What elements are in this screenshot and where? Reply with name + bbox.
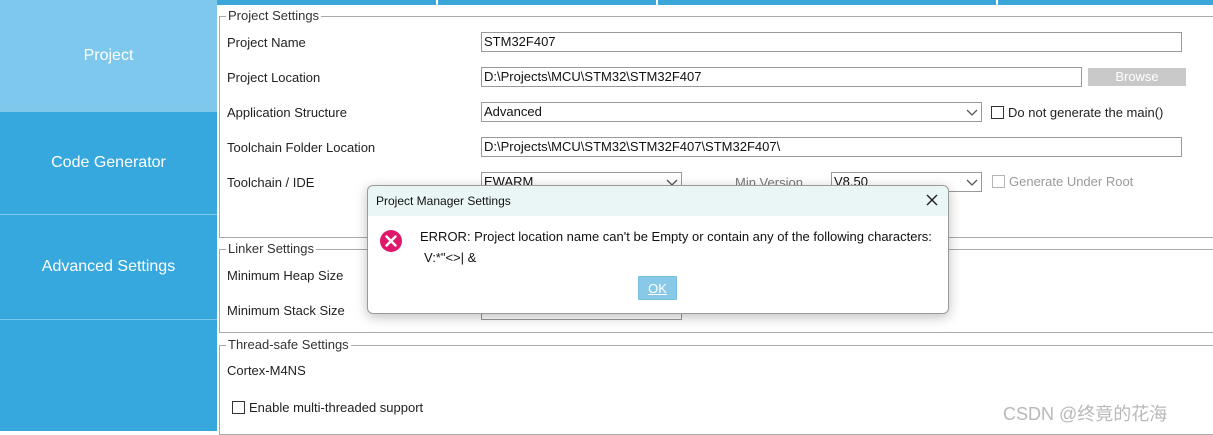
ok-button[interactable]: OK (638, 276, 677, 300)
error-dialog: Project Manager Settings ERROR: Project … (367, 185, 949, 314)
project-location-label: Project Location (227, 70, 321, 85)
chevron-down-icon (966, 179, 978, 186)
sidebar: Project Code Generator Advanced Settings (0, 0, 217, 431)
dialog-message-line1: ERROR: Project location name can't be Em… (420, 229, 932, 244)
generate-under-root-label: Generate Under Root (1009, 174, 1134, 189)
top-tab-segment[interactable] (658, 0, 998, 5)
project-name-input[interactable]: STM32F407 (481, 32, 1182, 52)
dialog-message-line2: V:*"<>| & (424, 250, 477, 265)
sidebar-item-label: Code Generator (51, 154, 166, 171)
do-not-generate-main-label: Do not generate the main() (1008, 105, 1164, 120)
checkbox-box[interactable] (991, 106, 1004, 119)
toolchain-folder-input[interactable]: D:\Projects\MCU\STM32\STM32F407\STM32F40… (481, 137, 1182, 157)
sidebar-item-project[interactable]: Project (0, 0, 217, 112)
application-structure-value: Advanced (484, 104, 542, 119)
min-stack-label: Minimum Stack Size (227, 303, 345, 318)
top-tab-segment[interactable] (217, 0, 438, 5)
application-structure-select[interactable]: Advanced (481, 102, 982, 122)
sidebar-item-label: Advanced Settings (41, 258, 176, 275)
thread-safe-settings-legend: Thread-safe Settings (226, 337, 351, 352)
toolchain-ide-label: Toolchain / IDE (227, 175, 315, 190)
browse-button[interactable]: Browse (1088, 68, 1186, 86)
application-structure-label: Application Structure (227, 105, 347, 120)
close-icon[interactable] (924, 192, 940, 208)
enable-multithreaded-checkbox[interactable]: Enable multi-threaded support (232, 400, 423, 415)
do-not-generate-main-checkbox[interactable]: Do not generate the main() (991, 105, 1163, 120)
enable-multithreaded-label: Enable multi-threaded support (249, 400, 424, 415)
dialog-title-bar[interactable]: Project Manager Settings (368, 186, 948, 216)
project-name-label: Project Name (227, 35, 306, 50)
checkbox-box[interactable] (992, 175, 1005, 188)
generate-under-root-checkbox[interactable]: Generate Under Root (992, 174, 1133, 189)
top-tab-bar (217, 0, 1213, 5)
sidebar-item-code-generator[interactable]: Code Generator (0, 112, 217, 215)
sidebar-item-label: Project (83, 46, 134, 64)
project-settings-legend: Project Settings (226, 8, 322, 23)
dialog-title: Project Manager Settings (376, 194, 511, 208)
toolchain-folder-label: Toolchain Folder Location (227, 140, 376, 155)
checkbox-box[interactable] (232, 401, 245, 414)
sidebar-item-advanced-settings[interactable]: Advanced Settings (0, 215, 217, 320)
top-tab-segment[interactable] (438, 0, 658, 5)
project-location-input[interactable]: D:\Projects\MCU\STM32\STM32F407 (481, 67, 1082, 87)
min-heap-label: Minimum Heap Size (227, 268, 344, 283)
watermark: CSDN @终竟的花海 (1003, 404, 1168, 424)
chevron-down-icon (966, 109, 978, 116)
linker-settings-legend: Linker Settings (226, 241, 316, 256)
error-icon (380, 230, 402, 252)
core-label: Cortex-M4NS (227, 363, 306, 378)
